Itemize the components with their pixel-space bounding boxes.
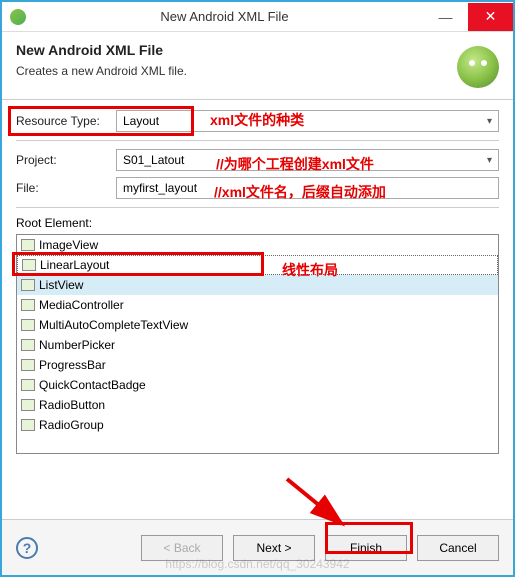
element-icon xyxy=(21,319,35,331)
element-icon xyxy=(21,379,35,391)
project-value: S01_Latout xyxy=(123,153,184,167)
divider xyxy=(16,140,499,141)
resource-type-label: Resource Type: xyxy=(16,114,116,128)
titlebar: New Android XML File — ✕ xyxy=(2,2,513,32)
element-icon xyxy=(21,399,35,411)
minimize-button[interactable]: — xyxy=(423,3,468,31)
root-element-label: Root Element: xyxy=(16,216,499,230)
resource-type-value: Layout xyxy=(123,114,159,128)
list-item[interactable]: ListView xyxy=(17,275,498,295)
content-area: Resource Type: Layout ▾ Project: S01_Lat… xyxy=(2,100,513,464)
dialog-header: New Android XML File Creates a new Andro… xyxy=(2,32,513,100)
close-button[interactable]: ✕ xyxy=(468,3,513,31)
watermark: https://blog.csdn.net/qq_30243942 xyxy=(2,557,513,571)
element-icon xyxy=(21,279,35,291)
element-icon xyxy=(21,339,35,351)
android-icon xyxy=(457,46,499,88)
list-item[interactable]: LinearLayout xyxy=(17,255,498,275)
root-element-listbox[interactable]: ImageView LinearLayout ListView MediaCon… xyxy=(16,234,499,454)
element-icon xyxy=(21,299,35,311)
page-title: New Android XML File xyxy=(16,42,499,58)
window-title: New Android XML File xyxy=(26,9,423,24)
app-icon xyxy=(10,9,26,25)
element-icon xyxy=(21,239,35,251)
resource-type-dropdown[interactable]: Layout ▾ xyxy=(116,110,499,132)
resource-type-row: Resource Type: Layout ▾ xyxy=(16,110,499,132)
list-item[interactable]: ProgressBar xyxy=(17,355,498,375)
element-icon xyxy=(21,419,35,431)
element-icon xyxy=(21,359,35,371)
chevron-down-icon: ▾ xyxy=(487,116,492,127)
chevron-down-icon: ▾ xyxy=(487,155,492,166)
project-dropdown[interactable]: S01_Latout ▾ xyxy=(116,149,499,171)
page-description: Creates a new Android XML file. xyxy=(16,64,499,78)
list-item[interactable]: MultiAutoCompleteTextView xyxy=(17,315,498,335)
project-row: Project: S01_Latout ▾ xyxy=(16,149,499,171)
help-icon[interactable]: ? xyxy=(16,537,38,559)
window-controls: — ✕ xyxy=(423,3,513,31)
file-input[interactable] xyxy=(116,177,499,199)
divider xyxy=(16,207,499,208)
list-item[interactable]: NumberPicker xyxy=(17,335,498,355)
list-item[interactable]: RadioGroup xyxy=(17,415,498,435)
file-row: File: xyxy=(16,177,499,199)
list-item[interactable]: QuickContactBadge xyxy=(17,375,498,395)
file-label: File: xyxy=(16,181,116,195)
list-item[interactable]: RadioButton xyxy=(17,395,498,415)
list-item[interactable]: ImageView xyxy=(17,235,498,255)
list-item[interactable]: MediaController xyxy=(17,295,498,315)
element-icon xyxy=(22,259,36,271)
project-label: Project: xyxy=(16,153,116,167)
